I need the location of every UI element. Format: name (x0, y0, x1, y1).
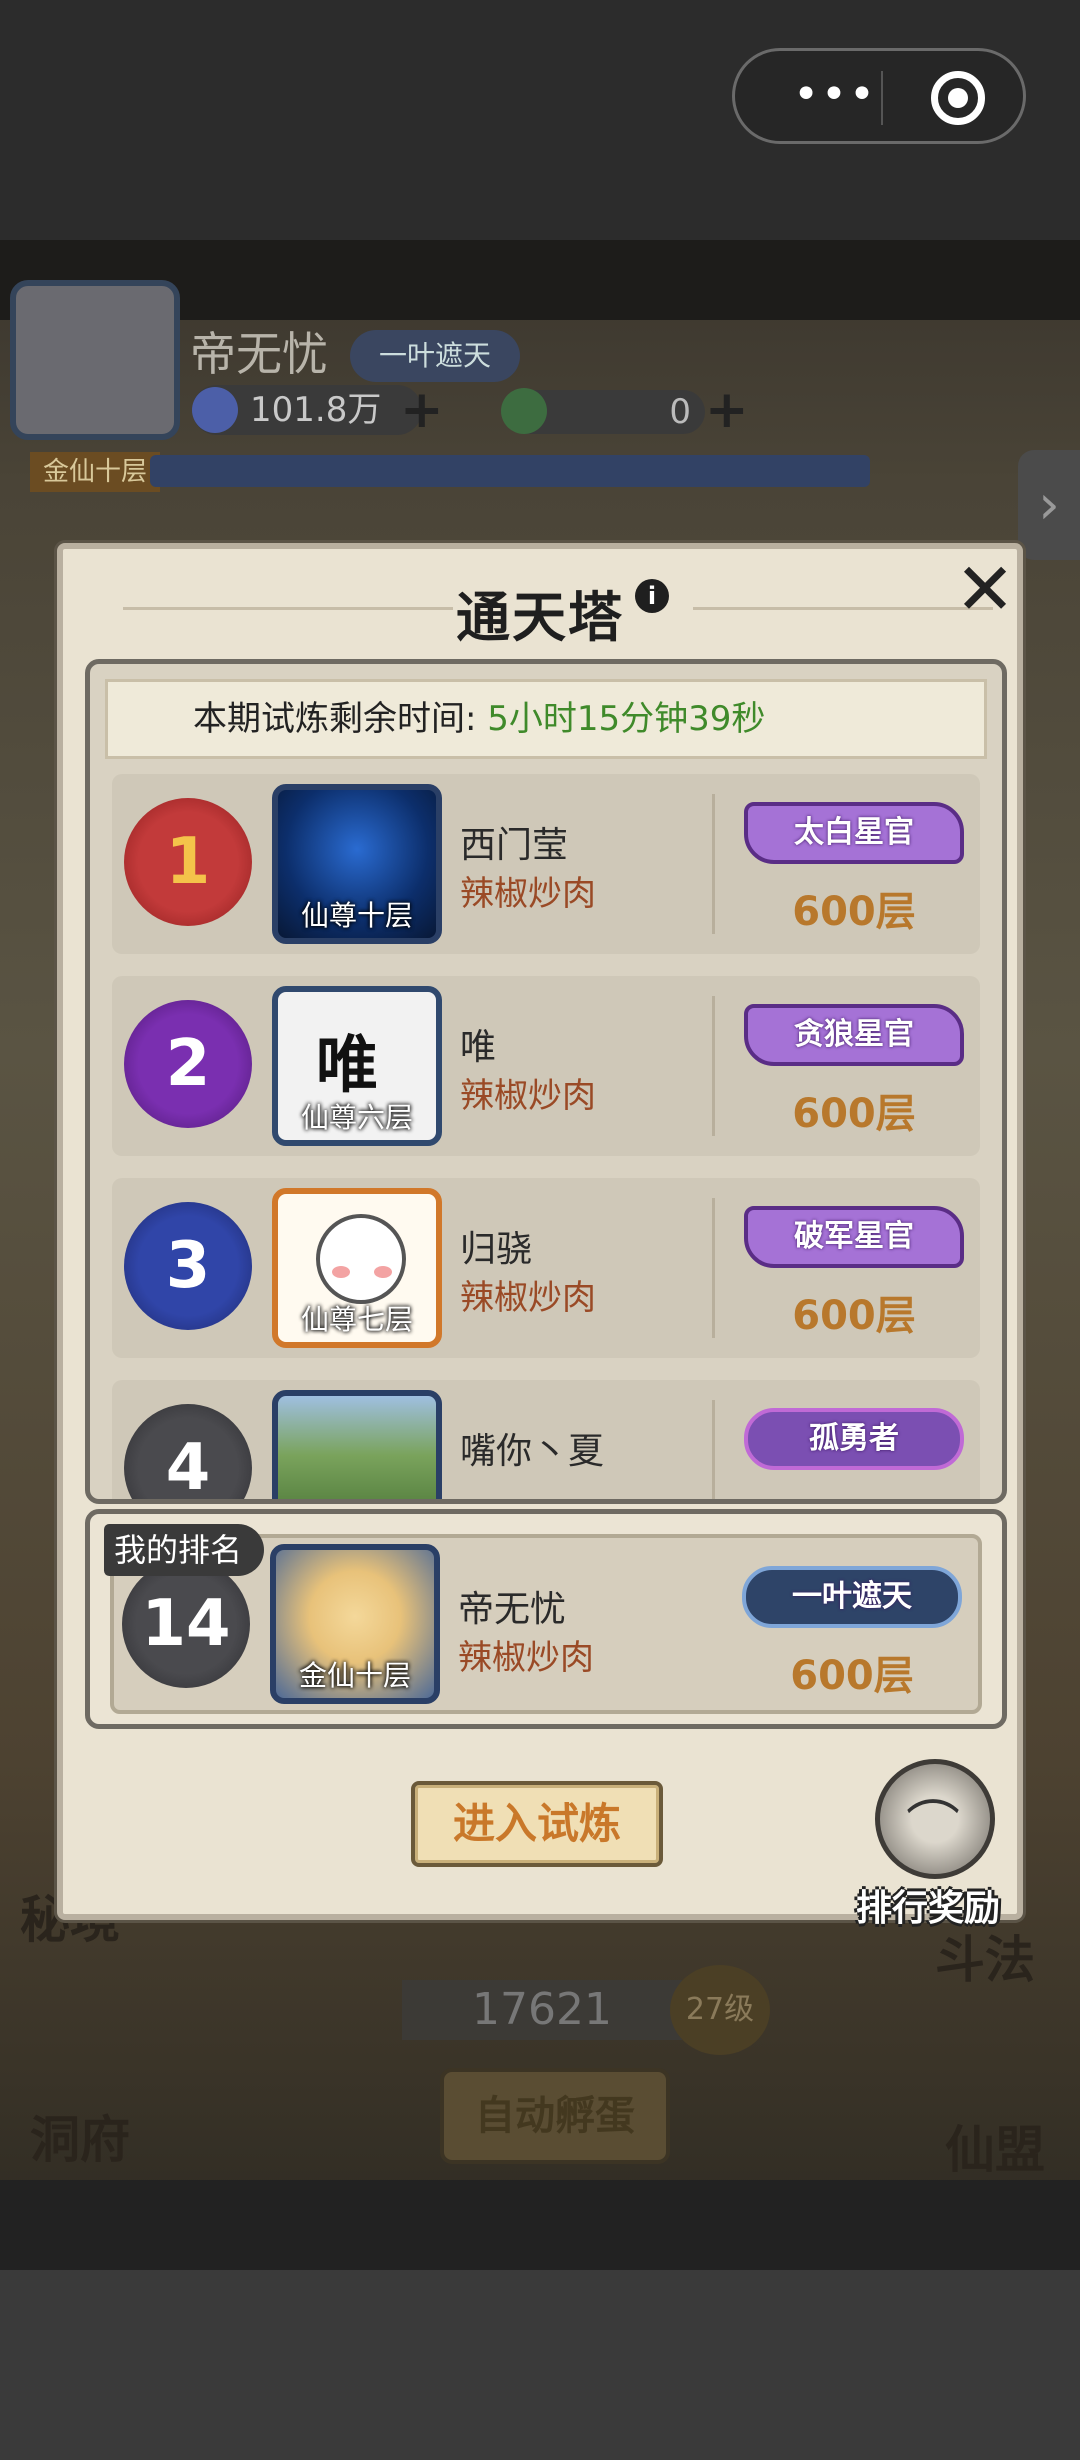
rank-number: 1 (124, 798, 252, 926)
avatar-level: 仙尊六层 (300, 1101, 413, 1134)
bg-player-level: 金仙十层 (30, 452, 160, 492)
row-divider (712, 1400, 715, 1499)
tower-ranking-dialog: 通天塔 i ✕ 本期试炼剩余时间: 5小时15分钟39秒 1 仙尊十层 西门莹 … (57, 543, 1023, 1929)
dialog-title: 通天塔 (456, 586, 624, 649)
avatar-level: 仙尊七层 (300, 1303, 413, 1336)
bg-score: 17621 (402, 1980, 682, 2040)
bg-side-label: 洞府 (30, 2111, 130, 2169)
avatar-level: 仙尊十层 (300, 899, 413, 932)
close-icon[interactable]: ✕ (953, 553, 1017, 625)
background-bottom-area (0, 2270, 1080, 2460)
avatar[interactable]: 金仙十层 (270, 1544, 440, 1704)
ranking-row[interactable]: 4 嘴你丶夏 孤勇者 (112, 1380, 980, 1499)
player-server: 辣椒炒肉 (460, 1278, 596, 1318)
ranking-row[interactable]: 2 唯 仙尊六层 唯 辣椒炒肉 贪狼星官 600层 (112, 976, 980, 1156)
bg-jade-plus-icon: + (705, 380, 749, 440)
row-divider (712, 996, 715, 1136)
avatar[interactable] (272, 1390, 442, 1499)
player-server: 辣椒炒肉 (460, 874, 596, 914)
rank-number: 3 (124, 1202, 252, 1330)
avatar-level: 金仙十层 (298, 1659, 411, 1692)
more-dots-icon[interactable]: ••• (775, 73, 895, 117)
bg-coin-counter: 101.8万 (192, 385, 422, 435)
timer-value: 5小时15分钟39秒 (487, 699, 766, 739)
capsule-divider (881, 71, 883, 125)
background-bottom-border (0, 2180, 1080, 2270)
player-name: 帝无忧 (458, 1589, 567, 1630)
rank-number: 2 (124, 1000, 252, 1128)
title-badge: 太白星官 (744, 802, 964, 864)
enter-trial-button[interactable]: 进入试炼 (411, 1781, 663, 1867)
title-badge: 贪狼星官 (744, 1004, 964, 1066)
bg-auto-hatch-button: 自动孵蛋 (440, 2068, 670, 2164)
bg-player-name: 帝无忧 (190, 327, 328, 381)
avatar[interactable]: 唯 仙尊六层 (272, 986, 442, 1146)
my-ranking-panel: 我的排名 14 金仙十层 帝无忧 辣椒炒肉 一叶遮天 600层 (85, 1509, 1007, 1729)
row-divider (712, 794, 715, 934)
my-ranking-tag: 我的排名 (104, 1524, 264, 1576)
player-name: 唯 (460, 1027, 497, 1068)
record-icon[interactable] (931, 71, 985, 125)
avatar-face (316, 1214, 406, 1304)
trial-timer: 本期试炼剩余时间: 5小时15分钟39秒 (105, 679, 987, 759)
ranking-row[interactable]: 3 仙尊七层 归骁 辣椒炒肉 破军星官 600层 (112, 1178, 980, 1358)
ranking-reward-button[interactable]: 排行奖励 (833, 1749, 1023, 1939)
player-server: 辣椒炒肉 (460, 1076, 596, 1116)
player-name: 西门莹 (460, 825, 569, 866)
row-divider (712, 1198, 715, 1338)
title-badge: 孤勇者 (744, 1408, 964, 1470)
ranking-reward-label: 排行奖励 (855, 1888, 1000, 1929)
avatar[interactable]: 仙尊七层 (272, 1188, 442, 1348)
mini-program-topbar: ••• (0, 0, 1080, 240)
rank-number: 14 (122, 1560, 250, 1688)
timer-label: 本期试炼剩余时间: (193, 699, 488, 739)
bg-score-level: 27级 (670, 1965, 770, 2055)
ranking-row[interactable]: 1 仙尊十层 西门莹 辣椒炒肉 太白星官 600层 (112, 774, 980, 954)
reward-bag-icon (875, 1759, 995, 1879)
bg-player-avatar (10, 280, 180, 440)
bg-jade-counter: 0 (501, 388, 705, 434)
player-name: 嘴你丶夏 (460, 1431, 605, 1472)
bg-chevron-right-icon: › (1018, 450, 1080, 560)
tower-floors: 600层 (792, 1091, 916, 1137)
bg-exp-bar (150, 455, 870, 487)
player-name: 归骁 (460, 1229, 533, 1270)
player-server: 辣椒炒肉 (458, 1638, 594, 1678)
title-badge: 一叶遮天 (742, 1566, 962, 1628)
bg-coin-plus-icon: + (400, 380, 444, 440)
tower-floors: 600层 (792, 889, 916, 935)
bg-side-label: 仙盟 (945, 2121, 1045, 2179)
tower-floors: 600层 (792, 1293, 916, 1339)
info-icon[interactable]: i (635, 579, 669, 613)
capsule-menu: ••• (732, 48, 1026, 144)
tower-floors: 600层 (790, 1653, 914, 1699)
bg-player-title: 一叶遮天 (350, 330, 520, 382)
rank-number: 4 (124, 1404, 252, 1499)
title-badge: 破军星官 (744, 1206, 964, 1268)
avatar-calligraphy: 唯 (316, 1028, 379, 1101)
ranking-list[interactable]: 本期试炼剩余时间: 5小时15分钟39秒 1 仙尊十层 西门莹 辣椒炒肉 太白星… (85, 659, 1007, 1504)
avatar[interactable]: 仙尊十层 (272, 784, 442, 944)
